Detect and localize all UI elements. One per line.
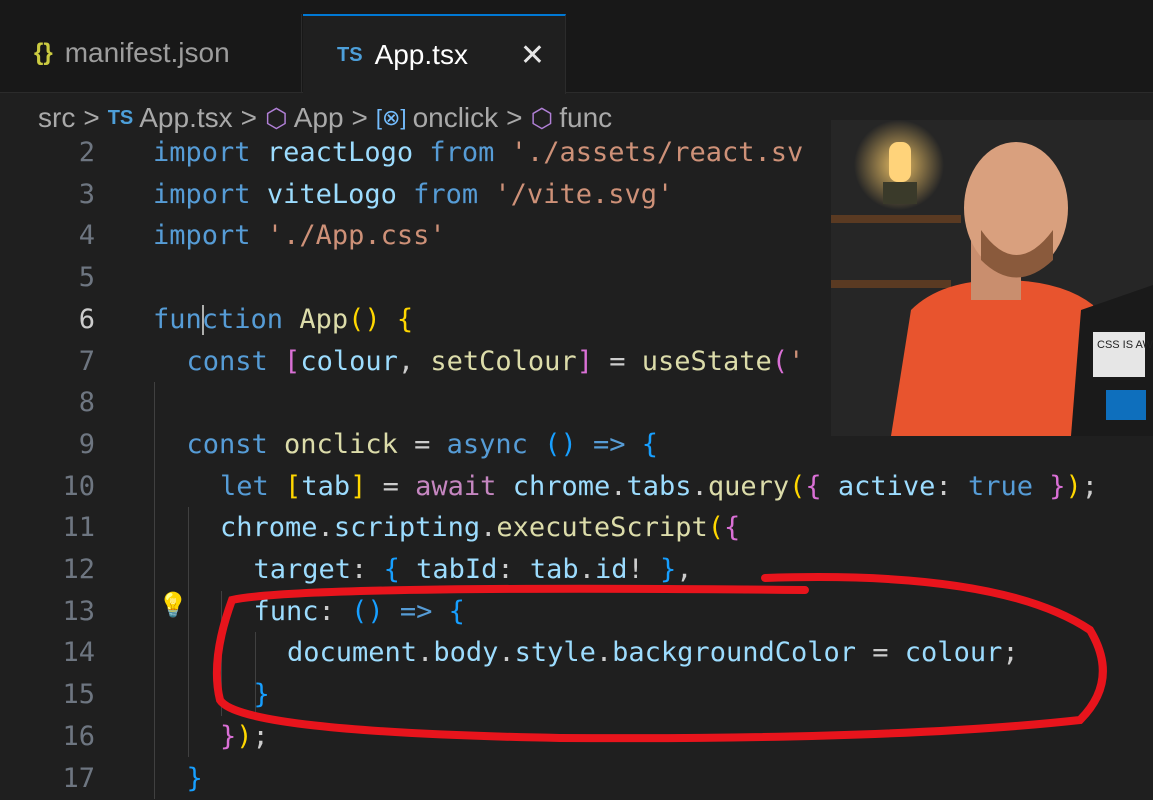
red-annotation-circle: [212, 573, 1107, 743]
